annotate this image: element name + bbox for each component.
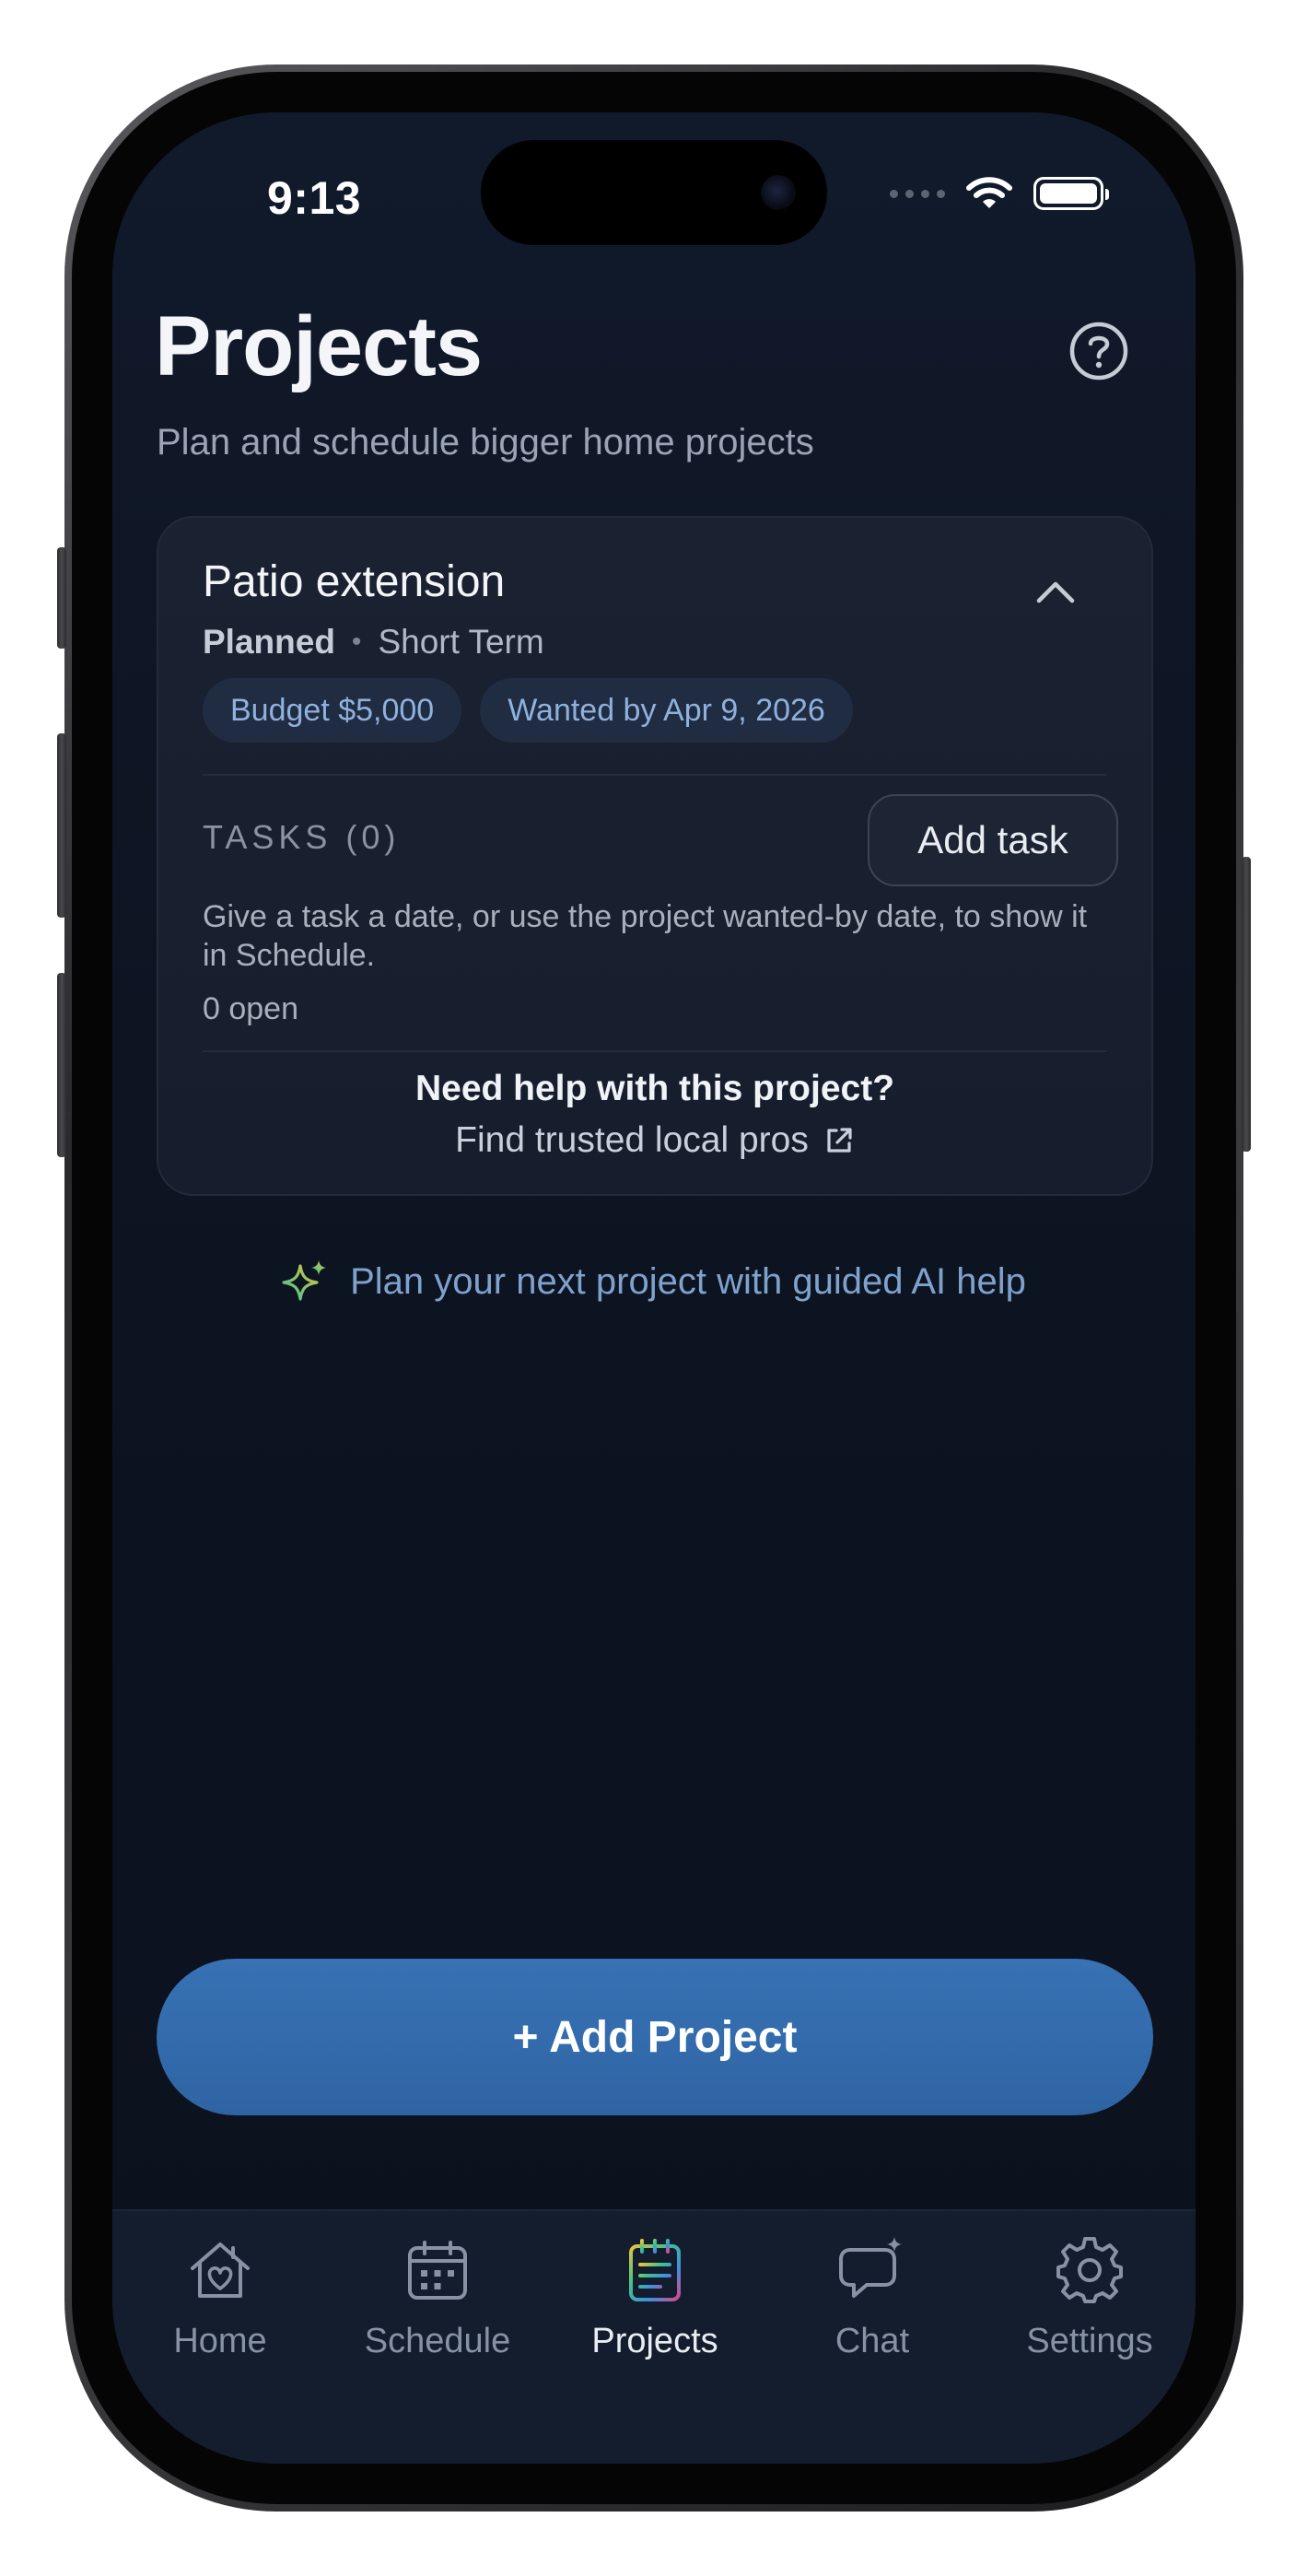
house-heart-icon	[191, 2242, 250, 2298]
page-title: Projects	[155, 299, 483, 393]
project-title: Patio extension	[203, 557, 506, 606]
find-pros-link[interactable]: Find trusted local pros	[158, 1120, 1151, 1161]
add-project-button[interactable]: + Add Project	[157, 1959, 1153, 2115]
gear-icon	[1056, 2237, 1123, 2303]
tab-label: Projects	[591, 2322, 718, 2360]
ai-help-link[interactable]: Plan your next project with guided AI he…	[112, 1259, 1196, 1305]
project-chips: Budget $5,000 Wanted by Apr 9, 2026	[203, 678, 853, 743]
tab-label: Settings	[1026, 2322, 1153, 2360]
tasks-label: TASKS (0)	[203, 818, 401, 856]
tab-chat[interactable]: Chat	[764, 2235, 981, 2361]
tab-bar: Home Schedule Projects Chat Settings	[112, 2209, 1196, 2464]
card-divider	[203, 1050, 1107, 1052]
power-button	[1242, 857, 1251, 1152]
tab-projects[interactable]: Projects	[546, 2235, 764, 2361]
tab-schedule[interactable]: Schedule	[329, 2235, 546, 2361]
status-time: 9:13	[267, 172, 362, 224]
battery-icon	[1033, 177, 1109, 210]
volume-down-button	[57, 973, 66, 1157]
project-meta: Planned • Short Term	[203, 623, 544, 662]
tasks-help-text: Give a task a date, or use the project w…	[203, 899, 1088, 973]
tab-home[interactable]: Home	[112, 2235, 329, 2361]
page-subtitle: Plan and schedule bigger home projects	[157, 422, 814, 463]
dynamic-island	[481, 140, 827, 245]
help-heading: Need help with this project?	[414, 1069, 895, 1108]
notepad-icon	[629, 2239, 681, 2301]
ai-help-label: Plan your next project with guided AI he…	[350, 1260, 1026, 1302]
project-term: Short Term	[378, 623, 544, 661]
question-circle-icon[interactable]	[1068, 321, 1129, 381]
add-task-button[interactable]: Add task	[868, 794, 1118, 886]
open-task-count: 0 open	[203, 991, 298, 1026]
wifi-icon	[966, 177, 1012, 208]
tab-label: Home	[173, 2322, 267, 2360]
card-divider	[203, 774, 1107, 776]
meta-separator: •	[351, 626, 362, 657]
sparkle-icon	[282, 1260, 327, 1301]
chevron-up-icon[interactable]	[1033, 571, 1078, 615]
action-button	[57, 547, 66, 649]
cellular-signal-icon	[890, 189, 945, 198]
tab-label: Schedule	[364, 2322, 511, 2360]
find-pros-label: Find trusted local pros	[455, 1120, 809, 1160]
tab-settings[interactable]: Settings	[981, 2235, 1196, 2361]
tab-label: Chat	[834, 2322, 910, 2360]
chat-sparkle-icon	[839, 2237, 902, 2298]
external-link-icon	[827, 1128, 852, 1153]
status-icons	[890, 175, 1109, 212]
project-status: Planned	[203, 623, 335, 661]
volume-up-button	[57, 733, 66, 918]
budget-chip: Budget $5,000	[203, 678, 462, 743]
app-screen: 9:13 Projects Plan and schedule bigger h…	[112, 112, 1196, 2464]
camera-icon	[761, 175, 796, 210]
wanted-by-chip: Wanted by Apr 9, 2026	[480, 678, 853, 743]
calendar-icon	[408, 2241, 467, 2300]
project-card[interactable]: Patio extension Planned • Short Term Bud…	[157, 516, 1153, 1196]
